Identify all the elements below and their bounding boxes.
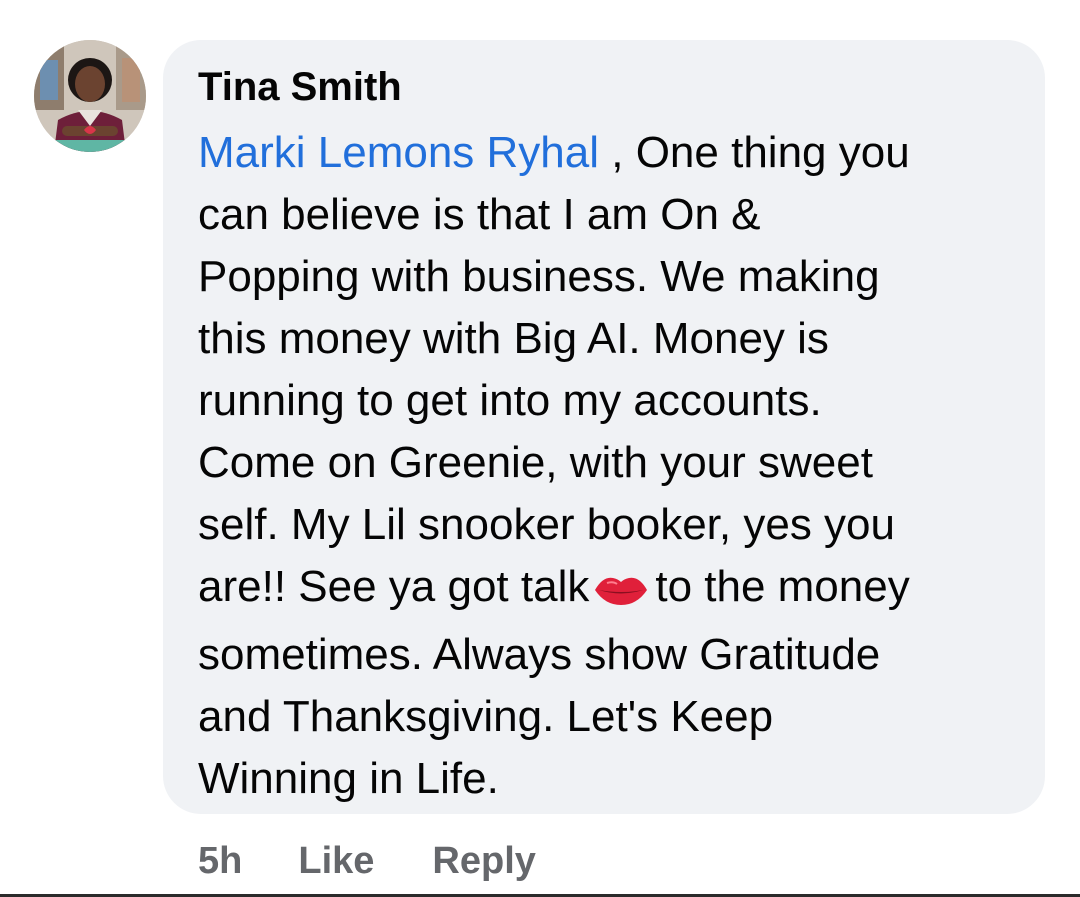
lips-emoji-icon: [593, 562, 649, 624]
comment-bubble: Tina Smith Marki Lemons Ryhal , One thin…: [163, 40, 1045, 814]
profile-photo-icon: [34, 40, 146, 152]
comment-author-name[interactable]: Tina Smith: [198, 64, 1013, 110]
comment-line-6: Come on Greenie, with your sweet: [198, 438, 873, 487]
reply-button[interactable]: Reply: [432, 840, 535, 883]
comment-row: Tina Smith Marki Lemons Ryhal , One thin…: [0, 0, 1080, 897]
comment-line-7: self. My Lil snooker booker, yes you: [198, 500, 895, 549]
comment-actions: 5h Like Reply: [198, 836, 536, 886]
avatar[interactable]: [34, 40, 146, 152]
comment-line-8-after: to the money: [655, 562, 910, 611]
comment-line-4: this money with Big AI. Money is: [198, 314, 829, 363]
like-button[interactable]: Like: [298, 840, 374, 883]
comment-line-1-text: , One thing you: [599, 128, 910, 177]
comment-line-1: Marki Lemons Ryhal , One thing you: [198, 122, 1013, 184]
comment-line-9: sometimes. Always show Gratitude: [198, 630, 881, 679]
comment-line-10: and Thanksgiving. Let's Keep: [198, 692, 774, 741]
comment-line-8: are!! See ya got talk to the money: [198, 556, 1013, 624]
comment-line-2: can believe is that I am On &: [198, 190, 761, 239]
comment-line-8-before: are!! See ya got talk: [198, 562, 590, 611]
comment-line-5: running to get into my accounts.: [198, 376, 822, 425]
comment-line-11: Winning in Life.: [198, 754, 499, 803]
mention-link[interactable]: Marki Lemons Ryhal: [198, 128, 599, 177]
comment-timestamp[interactable]: 5h: [198, 840, 242, 883]
comment-text: Marki Lemons Ryhal , One thing you can b…: [198, 122, 1013, 810]
comment-line-3: Popping with business. We making: [198, 252, 880, 301]
